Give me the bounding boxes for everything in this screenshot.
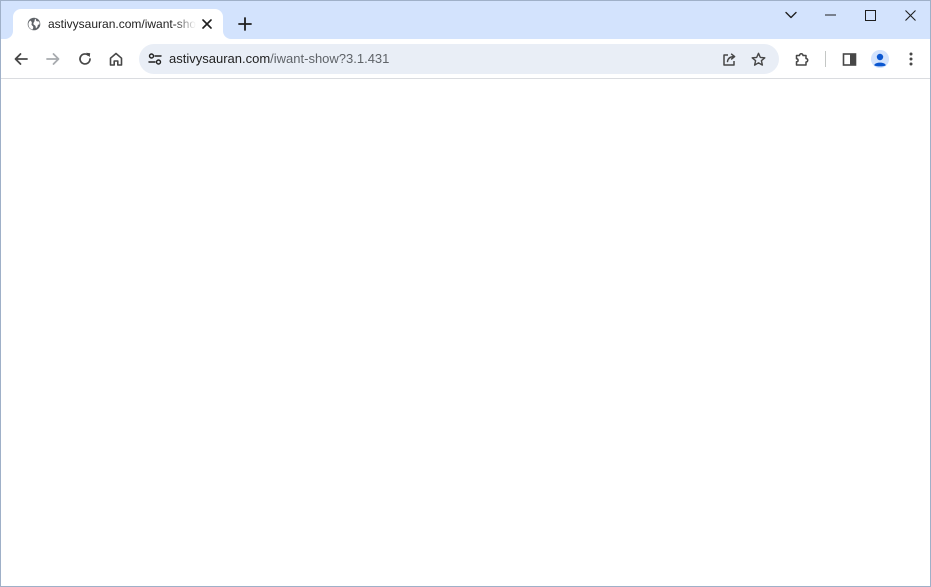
tab-title: astivysauran.com/iwant-show?3.1.431 [48,17,196,31]
minimize-button[interactable] [810,1,850,29]
home-icon [108,51,124,67]
tab-search-button[interactable] [771,1,811,29]
chevron-down-icon [785,11,797,19]
menu-button[interactable] [895,43,927,75]
maximize-icon [864,9,876,21]
close-icon [904,9,916,21]
plus-icon [238,17,252,31]
arrow-left-icon [13,51,29,67]
site-info-button[interactable] [143,47,167,71]
back-button[interactable] [5,43,37,75]
reload-icon [77,51,93,67]
home-button[interactable] [100,43,132,75]
arrow-right-icon [45,51,61,67]
globe-icon [27,17,41,31]
star-icon [751,52,766,67]
new-tab-button[interactable] [233,12,257,36]
close-icon[interactable] [199,16,215,32]
puzzle-icon [794,51,810,67]
tune-icon [148,52,162,66]
side-panel-button[interactable] [833,43,865,75]
profile-button[interactable] [864,43,896,75]
reload-button[interactable] [69,43,101,75]
extensions-button[interactable] [786,43,818,75]
page-viewport [1,80,930,586]
maximize-button[interactable] [850,1,890,29]
share-icon [722,52,737,67]
address-bar[interactable]: astivysauran.com/iwant-show?3.1.431 [139,44,779,74]
url-path: /iwant-show?3.1.431 [270,51,390,66]
tab-active[interactable]: astivysauran.com/iwant-show?3.1.431 [13,9,223,39]
browser-toolbar: astivysauran.com/iwant-show?3.1.431 [1,39,930,79]
kebab-menu-icon [909,52,913,66]
tab-strip: astivysauran.com/iwant-show?3.1.431 [1,1,930,39]
url-host: astivysauran.com [169,51,271,66]
side-panel-icon [842,52,857,67]
profile-avatar-icon [871,50,889,68]
share-button[interactable] [717,47,741,71]
url-text[interactable]: astivysauran.com/iwant-show?3.1.431 [169,51,389,66]
window-close-button[interactable] [890,1,930,29]
minimize-icon [824,14,836,16]
bookmark-button[interactable] [746,47,770,71]
toolbar-divider [825,51,826,67]
forward-button[interactable] [37,43,69,75]
browser-window: astivysauran.com/iwant-show?3.1.431 [0,0,931,587]
